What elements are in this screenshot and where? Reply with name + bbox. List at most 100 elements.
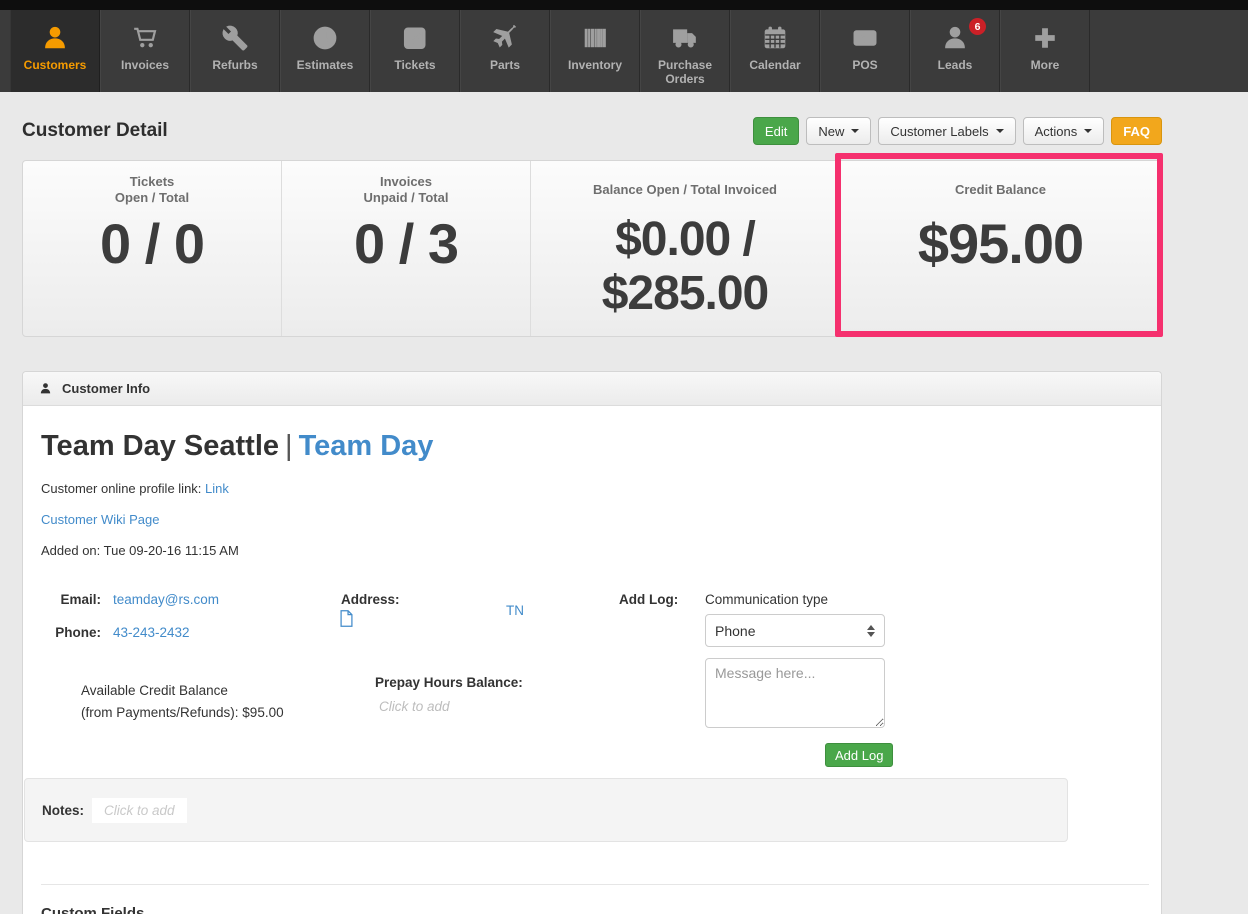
customer-info-grid: Email: teamday@rs.com Phone: 43-243-2432…	[23, 588, 1161, 778]
phone-label: Phone:	[49, 625, 101, 640]
stat-value: 0 / 3	[282, 211, 530, 276]
prepay-hours-label: Prepay Hours Balance:	[375, 675, 523, 690]
pdf-icon[interactable]	[339, 610, 354, 630]
truck-icon	[672, 23, 698, 53]
credit-balance-line1: Available Credit Balance	[81, 683, 228, 698]
added-on-line: Added on: Tue 09-20-16 11:15 AM	[41, 543, 1161, 558]
barcode-icon	[582, 23, 608, 53]
stat-value: $95.00	[840, 211, 1161, 276]
stat-value: 0 / 0	[23, 211, 281, 276]
stat-invoices: Invoices Unpaid / Total 0 / 3	[281, 161, 530, 336]
section-divider	[41, 884, 1149, 885]
stats-panel: Tickets Open / Total 0 / 0 Invoices Unpa…	[22, 160, 1162, 337]
nav-item-calendar[interactable]: Calendar	[730, 10, 820, 92]
stat-label: Open / Total	[23, 190, 281, 206]
header-actions: Edit New Customer Labels Actions FAQ	[753, 117, 1162, 145]
nav-item-more[interactable]: More	[1000, 10, 1090, 92]
plus-icon	[1032, 23, 1058, 53]
address-state: TN	[506, 603, 524, 618]
nav-label: More	[1031, 59, 1060, 73]
customer-info-header: Customer Info	[23, 372, 1161, 406]
nav-label: Refurbs	[212, 59, 257, 73]
nav-item-tickets[interactable]: Tickets	[370, 10, 460, 92]
nav-label: Customers	[24, 59, 87, 73]
page-content: Customer Detail Edit New Customer Labels…	[22, 116, 1162, 914]
customer-company-link[interactable]: Team Day	[299, 430, 434, 462]
communication-type-select[interactable]: Phone	[705, 614, 885, 647]
log-message-textarea[interactable]	[705, 658, 885, 728]
notes-bar: Notes: Click to add	[24, 778, 1068, 842]
name-separator: |	[279, 430, 299, 462]
cart-icon	[132, 23, 158, 53]
customer-labels-dropdown-button[interactable]: Customer Labels	[878, 117, 1015, 145]
person-icon	[942, 23, 968, 53]
main-nav: Customers Invoices Refurbs Estimates Tic…	[0, 10, 1248, 92]
caret-down-icon	[1084, 129, 1092, 133]
customer-name: Team Day Seattle	[41, 430, 279, 462]
nav-item-parts[interactable]: Parts	[460, 10, 550, 92]
plane-icon	[492, 23, 518, 53]
stat-label: Tickets	[23, 174, 281, 190]
phone-link[interactable]: 43-243-2432	[113, 625, 190, 640]
top-black-strip	[0, 0, 1248, 10]
stat-value: $285.00	[531, 267, 839, 321]
communication-type-label: Communication type	[705, 592, 828, 607]
custom-fields-title: Custom Fields	[41, 905, 1161, 914]
nav-item-customers[interactable]: Customers	[10, 10, 100, 92]
svg-text:1: 1	[863, 35, 867, 42]
actions-dropdown-button[interactable]: Actions	[1023, 117, 1105, 145]
nav-label: Inventory	[568, 59, 622, 73]
nav-item-leads[interactable]: Leads 6	[910, 10, 1000, 92]
address-label: Address:	[341, 592, 400, 607]
customer-wiki-link[interactable]: Customer Wiki Page	[41, 512, 159, 527]
stat-label: Invoices	[282, 174, 530, 190]
email-label: Email:	[53, 592, 101, 607]
nav-label: Estimates	[297, 59, 354, 73]
add-log-label: Add Log:	[619, 592, 678, 607]
faq-button[interactable]: FAQ	[1111, 117, 1162, 145]
new-dropdown-button[interactable]: New	[806, 117, 871, 145]
leads-count-badge: 6	[969, 18, 986, 35]
profile-link-line: Customer online profile link: Link	[41, 481, 1161, 496]
prepay-click-to-add[interactable]: Click to add	[379, 699, 450, 714]
page-header: Customer Detail Edit New Customer Labels…	[22, 116, 1162, 146]
caret-down-icon	[996, 129, 1004, 133]
nav-label: Leads	[938, 59, 973, 73]
edit-button[interactable]: Edit	[753, 117, 799, 145]
nav-item-refurbs[interactable]: Refurbs	[190, 10, 280, 92]
stat-label: Credit Balance	[840, 182, 1161, 198]
nav-item-inventory[interactable]: Inventory	[550, 10, 640, 92]
stat-label: Balance Open / Total Invoiced	[531, 182, 839, 198]
wrench-icon	[222, 23, 248, 53]
email-link[interactable]: teamday@rs.com	[113, 592, 219, 607]
nav-label: POS	[852, 59, 877, 73]
selected-option: Phone	[715, 623, 755, 639]
select-updown-icon	[867, 625, 875, 637]
person-icon	[42, 23, 68, 53]
nav-item-estimates[interactable]: Estimates	[280, 10, 370, 92]
customer-info-panel: Customer Info Team Day Seattle|Team Day …	[22, 371, 1162, 914]
check-square-icon	[402, 23, 428, 53]
stat-balance: Balance Open / Total Invoiced $0.00 / $2…	[530, 161, 839, 336]
calendar-icon	[762, 23, 788, 53]
profile-link[interactable]: Link	[205, 481, 229, 496]
stat-credit-balance: Credit Balance $95.00	[839, 161, 1161, 336]
clock-icon	[312, 23, 338, 53]
caret-down-icon	[851, 129, 859, 133]
nav-label: Invoices	[121, 59, 169, 73]
nav-label: Calendar	[749, 59, 800, 73]
customer-name-heading: Team Day Seattle|Team Day	[41, 430, 1161, 463]
notes-click-to-add[interactable]: Click to add	[92, 798, 187, 823]
nav-label: Tickets	[394, 59, 435, 73]
credit-balance-line2: (from Payments/Refunds): $95.00	[81, 705, 284, 720]
notes-label: Notes:	[42, 803, 84, 818]
panel-title: Customer Info	[62, 381, 150, 396]
stat-value: $0.00 /	[531, 213, 839, 267]
nav-item-invoices[interactable]: Invoices	[100, 10, 190, 92]
nav-item-purchase-orders[interactable]: Purchase Orders	[640, 10, 730, 92]
stat-tickets: Tickets Open / Total 0 / 0	[23, 161, 281, 336]
add-log-button[interactable]: Add Log	[825, 743, 893, 767]
stat-label: Unpaid / Total	[282, 190, 530, 206]
nav-item-pos[interactable]: 1 POS	[820, 10, 910, 92]
person-icon	[39, 382, 52, 395]
